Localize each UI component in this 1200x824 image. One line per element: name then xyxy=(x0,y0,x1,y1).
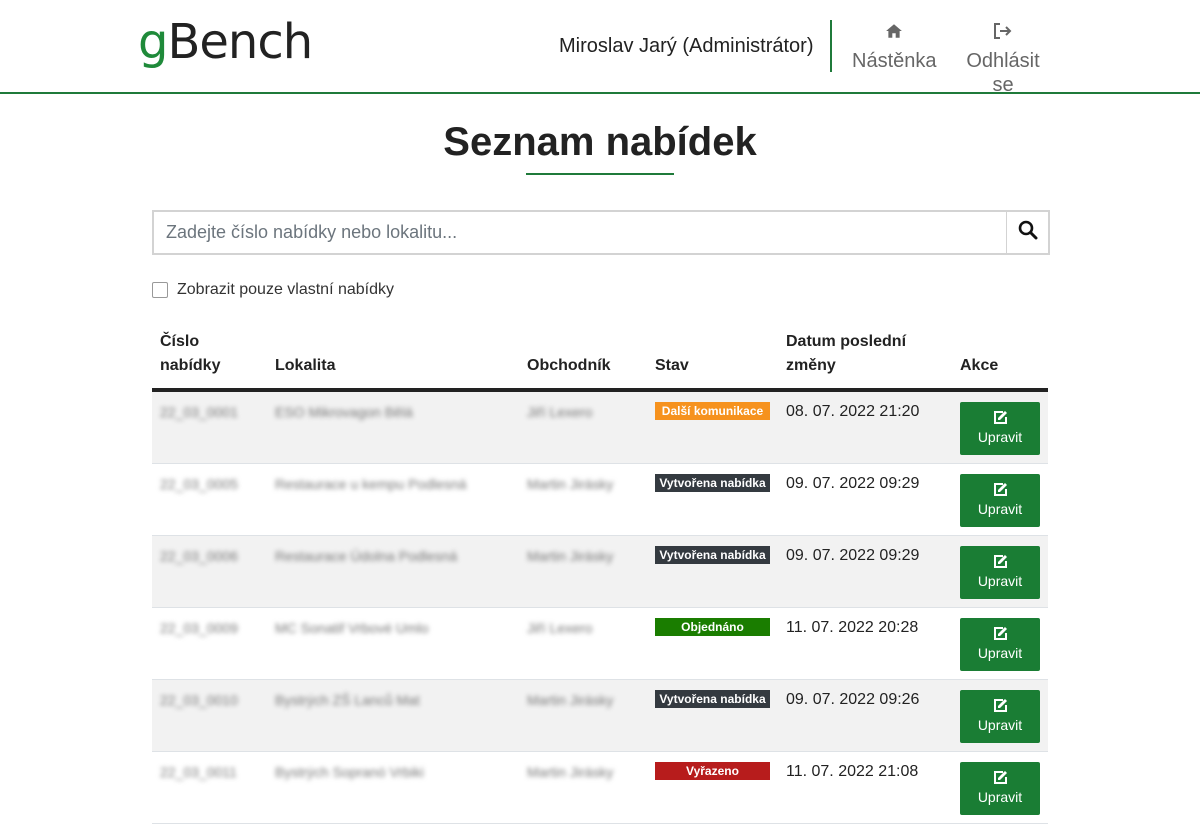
edit-icon xyxy=(992,698,1008,714)
edit-icon xyxy=(992,770,1008,786)
title-underline xyxy=(526,173,674,175)
edit-button[interactable]: Upravit xyxy=(960,690,1040,743)
status-badge: Vyřazeno xyxy=(655,762,770,780)
edit-button[interactable]: Upravit xyxy=(960,402,1040,455)
last-change-date: 08. 07. 2022 21:20 xyxy=(786,403,920,420)
offer-location: Restaurace Údolna Podlesná xyxy=(275,548,458,564)
status-badge: Objednáno xyxy=(655,618,770,636)
offer-salesman: Martin Jirásky xyxy=(527,764,614,780)
offer-number[interactable]: 22_03_0005 xyxy=(160,474,238,494)
last-change-date: 11. 07. 2022 20:28 xyxy=(786,619,919,636)
offer-location: Bystrých ZŠ Lanců Mat xyxy=(275,692,420,708)
nav-dashboard-label: Nástěnka xyxy=(852,50,937,72)
offer-location: MC Sonatif Vrbové Umlo xyxy=(275,620,429,636)
logo-text: Bench xyxy=(167,14,313,70)
own-offers-checkbox[interactable] xyxy=(152,282,168,298)
edit-button[interactable]: Upravit xyxy=(960,762,1040,815)
edit-button[interactable]: Upravit xyxy=(960,546,1040,599)
offer-location: ESO Mikrovagon Bělá xyxy=(275,404,413,420)
nav-logout[interactable]: Odhlásit se xyxy=(953,22,1053,97)
edit-label: Upravit xyxy=(977,645,1023,661)
edit-label: Upravit xyxy=(977,501,1023,517)
edit-button[interactable]: Upravit xyxy=(960,618,1040,671)
edit-icon xyxy=(992,482,1008,498)
nav-dashboard[interactable]: Nástěnka xyxy=(852,22,937,73)
nav-logout-label: Odhlásit se xyxy=(966,50,1040,96)
offers-table: Číslo nabídky Lokalita Obchodník Stav Da… xyxy=(152,330,1048,824)
offer-location: Restaurace u kempu Podlesná xyxy=(275,476,467,492)
search-bar xyxy=(152,210,1050,255)
table-row: 22_03_0011 Bystrých Sopranó Vrbiki Martin … xyxy=(152,752,1048,824)
offer-salesman: Jiří Lexero xyxy=(527,620,593,636)
search-input[interactable] xyxy=(154,212,992,253)
col-action: Akce xyxy=(960,357,999,374)
offer-number[interactable]: 22_03_0009 xyxy=(160,618,238,638)
col-number[interactable]: Číslo nabídky xyxy=(160,330,250,378)
own-offers-filter: Zobrazit pouze vlastní nabídky xyxy=(152,280,394,300)
offer-salesman: Martin Jirásky xyxy=(527,548,614,564)
header-divider xyxy=(830,20,832,72)
edit-icon xyxy=(992,554,1008,570)
current-user: Miroslav Jarý (Administrátor) xyxy=(559,35,814,57)
edit-icon xyxy=(992,626,1008,642)
status-badge: Vytvořena nabídka xyxy=(655,690,770,708)
table-row: 22_03_0006 Restaurace Údolna Podlesná Mart… xyxy=(152,536,1048,608)
last-change-date: 09. 07. 2022 09:29 xyxy=(786,547,920,564)
status-badge: Další komunikace xyxy=(655,402,770,420)
logo-g: g xyxy=(138,14,168,70)
edit-icon xyxy=(992,410,1008,426)
edit-label: Upravit xyxy=(977,573,1023,589)
offer-number[interactable]: 22_03_0006 xyxy=(160,546,238,566)
table-row: 22_03_0010 Bystrých ZŠ Lanců Mat Martin Ji… xyxy=(152,680,1048,752)
offer-number[interactable]: 22_03_0001 xyxy=(160,402,238,422)
own-offers-label: Zobrazit pouze vlastní nabídky xyxy=(177,281,395,298)
status-badge: Vytvořena nabídka xyxy=(655,474,770,492)
offer-salesman: Jiří Lexero xyxy=(527,404,593,420)
home-icon xyxy=(852,22,936,46)
table-row: 22_03_0009 MC Sonatif Vrbové Umlo Jiří Lex… xyxy=(152,608,1048,680)
search-button[interactable] xyxy=(1006,212,1048,253)
edit-button[interactable]: Upravit xyxy=(960,474,1040,527)
offer-salesman: Martin Jirásky xyxy=(527,692,614,708)
table-body: 22_03_0001 ESO Mikrovagon Bělá Jiří Lexero… xyxy=(152,392,1048,824)
edit-label: Upravit xyxy=(977,789,1023,805)
offer-salesman: Martin Jirásky xyxy=(527,476,614,492)
page-title: Seznam nabídek xyxy=(443,120,757,164)
offer-number[interactable]: 22_03_0010 xyxy=(160,690,238,710)
col-location[interactable]: Lokalita xyxy=(275,354,335,378)
col-status[interactable]: Stav xyxy=(655,354,689,378)
edit-label: Upravit xyxy=(977,429,1023,445)
table-header: Číslo nabídky Lokalita Obchodník Stav Da… xyxy=(152,330,1048,392)
col-salesman[interactable]: Obchodník xyxy=(527,354,611,378)
table-row: 22_03_0005 Restaurace u kempu Podlesná Mar… xyxy=(152,464,1048,536)
edit-label: Upravit xyxy=(977,717,1023,733)
app-header: gBench Miroslav Jarý (Administrátor) Nás… xyxy=(0,0,1200,97)
col-last-change[interactable]: Datum poslední změny xyxy=(786,330,926,378)
last-change-date: 09. 07. 2022 09:29 xyxy=(786,475,920,492)
search-icon xyxy=(1018,220,1038,245)
offer-location: Bystrých Sopranó Vrbiki xyxy=(275,764,424,780)
status-badge: Vytvořena nabídka xyxy=(655,546,770,564)
last-change-date: 09. 07. 2022 09:26 xyxy=(786,691,920,708)
offer-number[interactable]: 22_03_0011 xyxy=(160,762,237,782)
table-row: 22_03_0001 ESO Mikrovagon Bělá Jiří Lexero… xyxy=(152,392,1048,464)
last-change-date: 11. 07. 2022 21:08 xyxy=(786,763,919,780)
logout-icon xyxy=(953,22,1053,46)
app-logo[interactable]: gBench xyxy=(138,12,313,72)
